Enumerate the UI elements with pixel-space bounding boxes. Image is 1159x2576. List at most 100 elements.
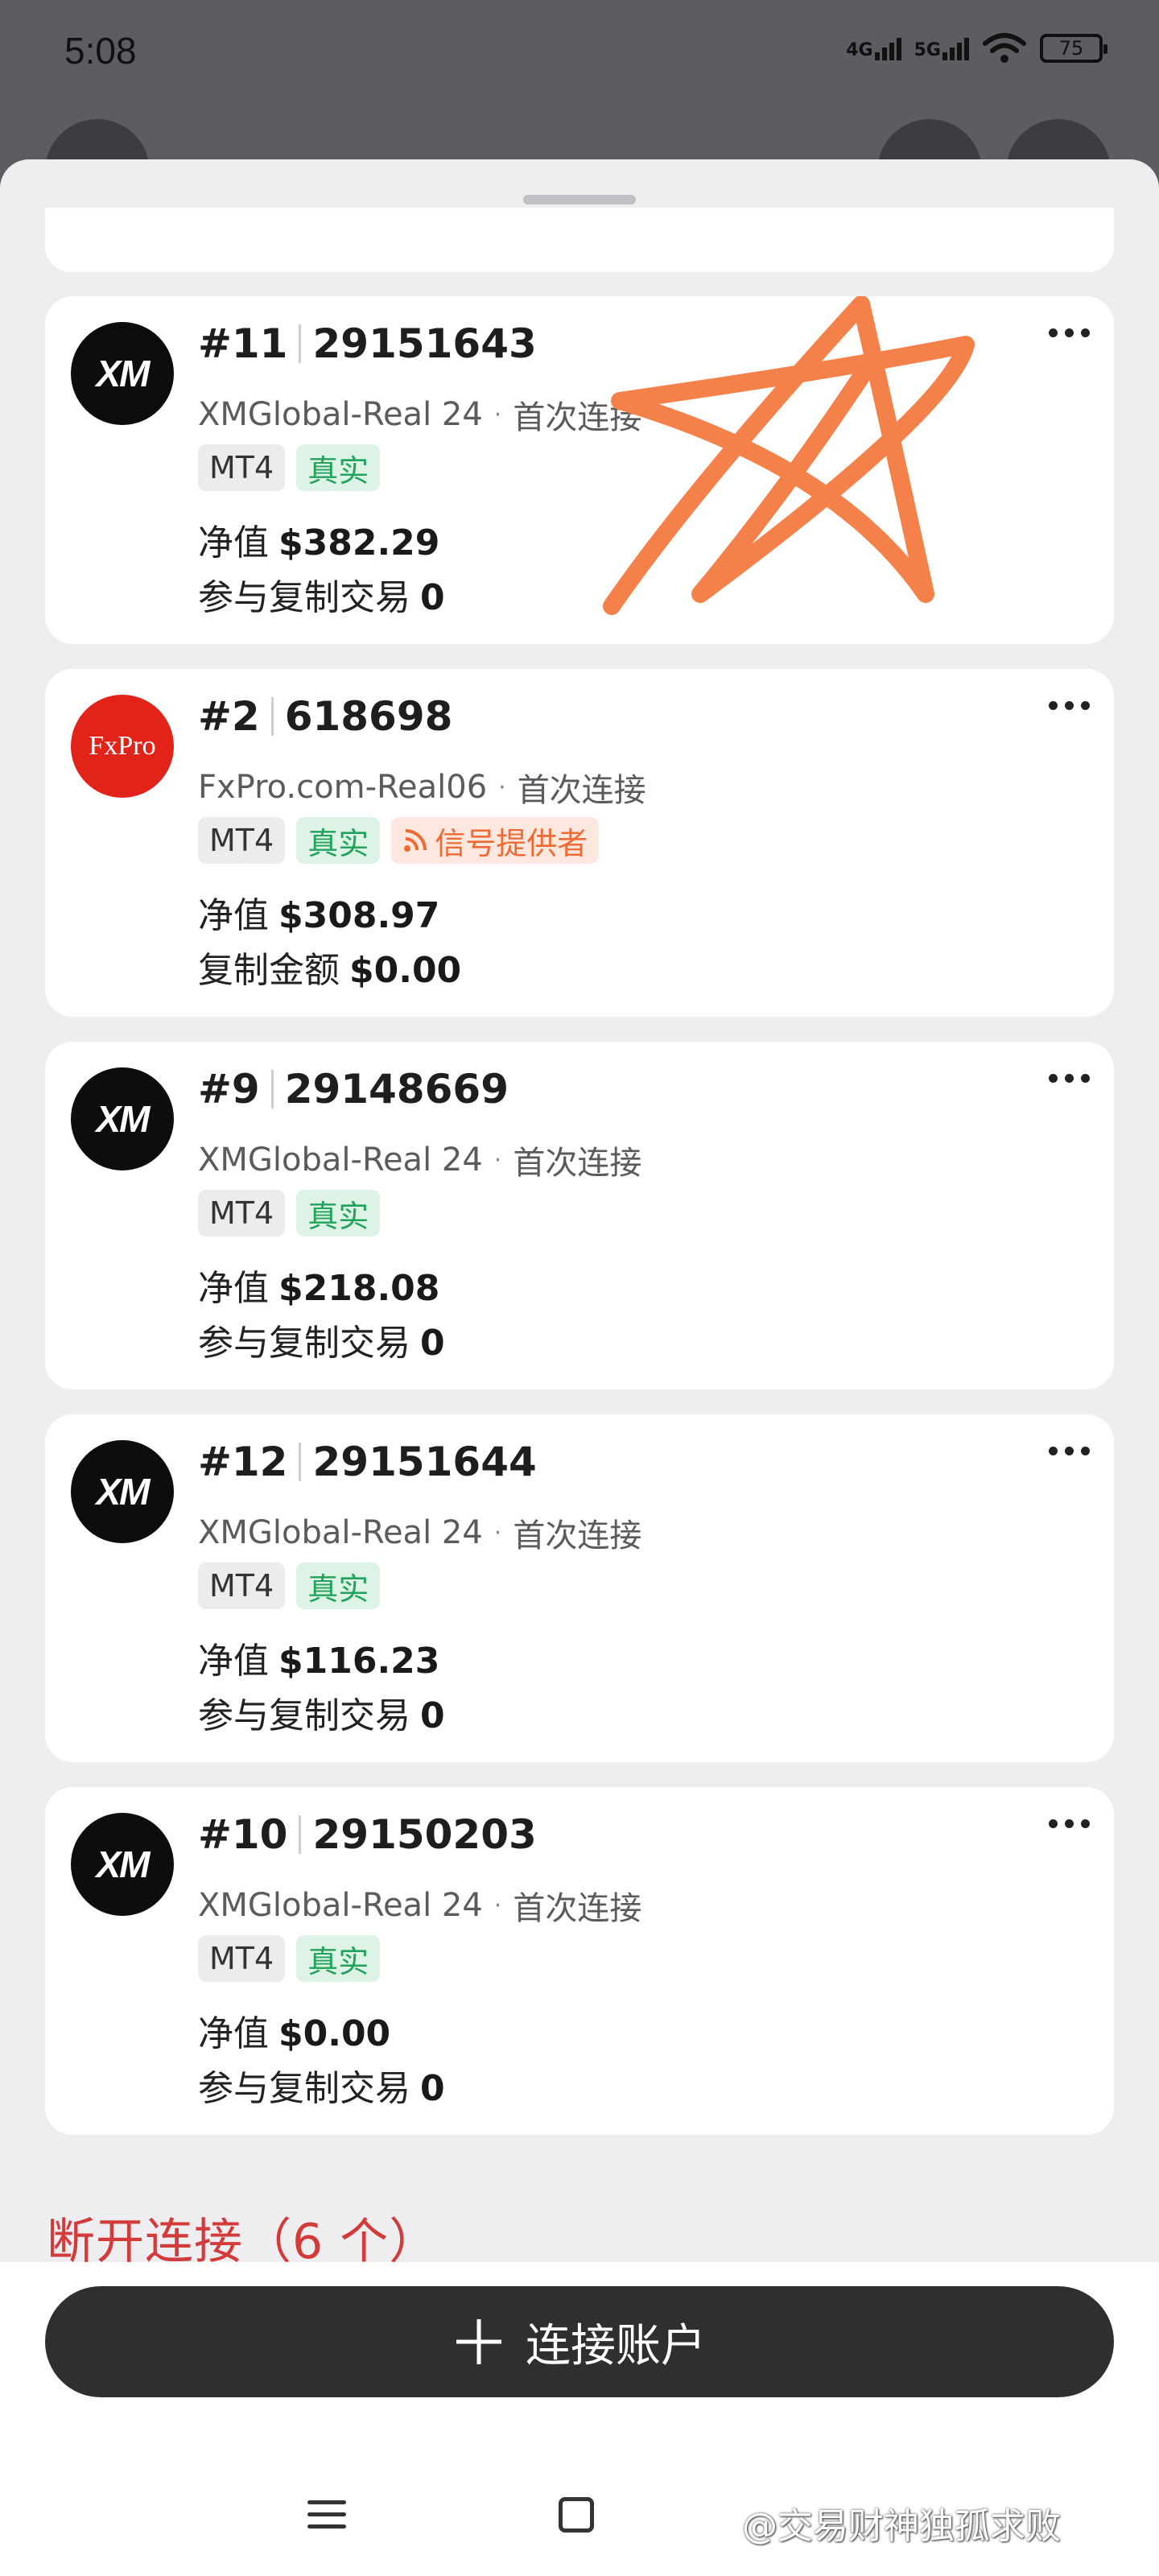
account-card[interactable]: FxPro #2 618698 FxPro.com-Real06 · 首次连接 MT4 真实 信…: [45, 669, 1114, 1017]
title-divider: [299, 324, 302, 363]
equity-row: 净值 $218.08: [198, 1259, 439, 1311]
clock: 5:08: [64, 30, 137, 72]
server-info: FxPro.com-Real06 · 首次连接: [198, 764, 646, 811]
real-account-tag: 真实: [296, 817, 381, 864]
copy-info-label: 参与复制交易: [198, 2068, 410, 2109]
broker-logo-text: XM: [96, 353, 151, 394]
bottom-action-panel: 连接账户 @交易财神独孤求败: [0, 2262, 1159, 2576]
sheet-drag-handle[interactable]: [523, 195, 636, 204]
account-title: #12 29151644: [198, 1439, 537, 1485]
hand-drawn-star-scribble: [603, 296, 975, 615]
platform-tag: MT4: [198, 444, 286, 491]
copy-info-label: 参与复制交易: [198, 1695, 410, 1736]
account-card[interactable]: XM #9 29148669 XMGlobal-Real 24 · 首次连接 MT4 真实 净值…: [45, 1042, 1114, 1389]
copy-info-value: 0: [420, 577, 445, 618]
account-tags: MT4 真实 信号提供者: [198, 817, 600, 864]
equity-value: $382.29: [278, 522, 440, 564]
wifi-icon: [983, 33, 1026, 63]
previous-card-edge: [45, 208, 1114, 272]
account-title: #2 618698: [198, 693, 452, 740]
signal-provider-tag: 信号提供者: [391, 817, 600, 864]
broker-logo-text: XM: [96, 1471, 151, 1513]
account-id: 29148669: [284, 1066, 509, 1113]
connection-status: 首次连接: [513, 1890, 642, 1927]
more-options-icon[interactable]: [1049, 1447, 1090, 1455]
copy-info-label: 复制金额: [198, 950, 340, 991]
signal-4g-icon: 4G: [846, 36, 901, 60]
account-id: 29151644: [312, 1439, 537, 1485]
recent-apps-icon[interactable]: [307, 2500, 346, 2529]
separator-dot: ·: [493, 1146, 502, 1174]
server-info: XMGlobal-Real 24 · 首次连接: [198, 391, 641, 438]
account-tags: MT4 真实: [198, 444, 381, 491]
server-name: XMGlobal-Real 24: [198, 1141, 483, 1179]
broker-logo-text: FxPro: [89, 731, 156, 761]
battery-level: 75: [1058, 37, 1084, 60]
battery-icon: 75: [1040, 34, 1107, 63]
equity-value: $0.00: [278, 2013, 391, 2054]
copy-info-row: 复制金额 $0.00: [198, 941, 461, 993]
copy-info-row: 参与复制交易 0: [198, 2059, 445, 2111]
disconnected-section-heading: 断开连接（6 个）: [47, 2214, 439, 2262]
account-number: #10: [198, 1811, 288, 1858]
real-account-tag: 真实: [296, 1563, 381, 1609]
more-options-icon[interactable]: [1049, 1074, 1090, 1083]
title-divider: [270, 1070, 274, 1108]
home-icon[interactable]: [559, 2497, 594, 2533]
account-tags: MT4 真实: [198, 1563, 381, 1609]
account-id: 29150203: [312, 1811, 537, 1858]
account-number: #2: [198, 693, 260, 740]
signal-5g-icon: 5G: [914, 36, 969, 60]
broker-logo-text: XM: [96, 1098, 151, 1140]
connection-status: 首次连接: [517, 772, 646, 809]
server-name: XMGlobal-Real 24: [198, 1887, 483, 1924]
status-bar: 5:08 4G 5G 75: [0, 0, 1159, 105]
separator-dot: ·: [493, 1891, 502, 1920]
server-info: XMGlobal-Real 24 · 首次连接: [198, 1882, 641, 1929]
server-name: FxPro.com-Real06: [198, 769, 488, 806]
equity-row: 净值 $0.00: [198, 2004, 390, 2056]
title-divider: [299, 1443, 302, 1481]
account-title: #9 29148669: [198, 1066, 509, 1113]
broker-logo: XM: [71, 1813, 174, 1916]
more-options-icon[interactable]: [1049, 1819, 1090, 1828]
copy-info-label: 参与复制交易: [198, 577, 410, 618]
equity-label: 净值: [198, 1268, 269, 1309]
copy-info-value: 0: [420, 2068, 445, 2109]
more-options-icon[interactable]: [1049, 328, 1090, 337]
equity-label: 净值: [198, 1641, 269, 1682]
server-name: XMGlobal-Real 24: [198, 1514, 483, 1551]
platform-tag: MT4: [198, 1563, 286, 1609]
system-navigation-bar: @交易财神独孤求败: [0, 2487, 1159, 2552]
watermark-text: @交易财神独孤求败: [742, 2506, 1061, 2547]
equity-row: 净值 $116.23: [198, 1632, 439, 1683]
account-id: 618698: [284, 693, 453, 740]
real-account-tag: 真实: [296, 1190, 381, 1236]
connect-account-label: 连接账户: [526, 2319, 706, 2372]
copy-info-row: 参与复制交易 0: [198, 1686, 445, 1738]
network-4g-label: 4G: [846, 40, 873, 60]
real-account-tag: 真实: [296, 444, 381, 491]
equity-label: 净值: [198, 522, 269, 564]
real-account-tag: 真实: [296, 1935, 381, 1982]
connection-status: 首次连接: [513, 1145, 642, 1182]
copy-info-value: 0: [420, 1695, 445, 1736]
more-options-icon[interactable]: [1049, 701, 1090, 710]
account-card[interactable]: XM #12 29151644 XMGlobal-Real 24 · 首次连接 MT4 真实净…: [45, 1414, 1114, 1762]
account-number: #12: [198, 1439, 288, 1485]
platform-tag: MT4: [198, 1190, 286, 1236]
plus-icon: [456, 2319, 501, 2364]
account-card[interactable]: XM #10 29150203 XMGlobal-Real 24 · 首次连接 MT4 真实净…: [45, 1787, 1114, 2135]
connect-account-button[interactable]: 连接账户: [45, 2286, 1114, 2397]
signal-provider-label: 信号提供者: [435, 825, 588, 861]
network-5g-label: 5G: [914, 40, 941, 60]
equity-label: 净值: [198, 2013, 269, 2054]
account-tags: MT4 真实: [198, 1935, 381, 1982]
equity-value: $218.08: [278, 1268, 440, 1309]
accounts-sheet: XM #11 29151643 XMGlobal-Real 24 · 首次连接 MT4 真实净…: [0, 159, 1159, 2262]
copy-info-value: $0.00: [349, 950, 462, 991]
platform-tag: MT4: [198, 1935, 286, 1982]
copy-info-label: 参与复制交易: [198, 1323, 410, 1364]
title-divider: [299, 1815, 302, 1854]
broker-logo: XM: [71, 1440, 174, 1543]
